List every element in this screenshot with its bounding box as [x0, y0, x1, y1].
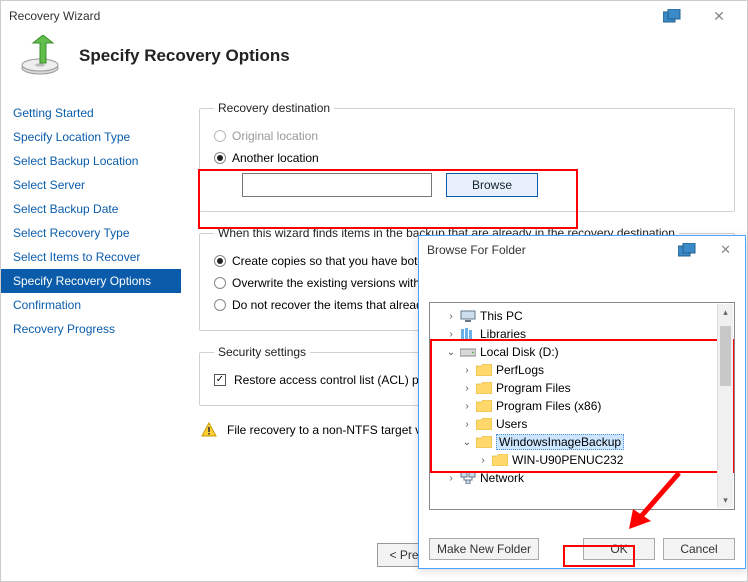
- folder-icon: [476, 381, 492, 395]
- pc-icon: [460, 309, 476, 323]
- tree-node-users[interactable]: ›Users: [432, 415, 732, 433]
- warning-icon: [201, 422, 217, 438]
- radio-original-label: Original location: [232, 129, 318, 143]
- ok-button[interactable]: OK: [583, 538, 655, 560]
- wizard-sidebar: Getting Started Specify Location Type Se…: [1, 95, 181, 577]
- scroll-up-icon[interactable]: ▴: [718, 304, 733, 320]
- cascade-icon: [678, 243, 696, 257]
- tree-scrollbar[interactable]: ▴ ▾: [717, 304, 733, 508]
- make-new-folder-button[interactable]: Make New Folder: [429, 538, 539, 560]
- tree-node-program-files-x86[interactable]: ›Program Files (x86): [432, 397, 732, 415]
- folder-icon: [476, 399, 492, 413]
- radio-icon: [214, 130, 226, 142]
- tree-node-win-machine[interactable]: ›WIN-U90PENUC232: [432, 451, 732, 469]
- dialog-title: Browse For Folder: [427, 243, 526, 257]
- sidebar-item-recovery-progress[interactable]: Recovery Progress: [1, 317, 181, 341]
- sidebar-item-items-to-recover[interactable]: Select Items to Recover: [1, 245, 181, 269]
- sidebar-item-getting-started[interactable]: Getting Started: [1, 101, 181, 125]
- folder-tree-container: ›This PC ›Libraries ⌄Local Disk (D:) ›Pe…: [429, 302, 735, 510]
- sidebar-item-recovery-options[interactable]: Specify Recovery Options: [1, 269, 181, 293]
- recovery-destination-legend: Recovery destination: [214, 101, 334, 115]
- sidebar-item-select-server[interactable]: Select Server: [1, 173, 181, 197]
- tree-node-this-pc[interactable]: ›This PC: [432, 307, 732, 325]
- sidebar-item-backup-date[interactable]: Select Backup Date: [1, 197, 181, 221]
- drive-icon: [460, 345, 476, 359]
- tree-node-network[interactable]: ›Network: [432, 469, 732, 487]
- browse-button[interactable]: Browse: [446, 173, 538, 197]
- scroll-down-icon[interactable]: ▾: [718, 492, 733, 508]
- folder-icon: [476, 417, 492, 431]
- radio-icon: [214, 255, 226, 267]
- recover-icon: [19, 35, 61, 77]
- dialog-cancel-button[interactable]: Cancel: [663, 538, 735, 560]
- checkbox-icon: ✓: [214, 374, 226, 386]
- folder-icon: [476, 435, 492, 449]
- dialog-buttons: Make New Folder OK Cancel: [429, 538, 735, 560]
- tree-node-local-disk[interactable]: ⌄Local Disk (D:): [432, 343, 732, 361]
- recovery-path-input[interactable]: [242, 173, 432, 197]
- cascade-icon: [663, 9, 681, 23]
- network-icon: [460, 471, 476, 485]
- libraries-icon: [460, 327, 476, 341]
- radio-another-label: Another location: [232, 151, 319, 165]
- scroll-thumb[interactable]: [720, 326, 731, 386]
- recovery-destination-group: Recovery destination Original location A…: [199, 101, 735, 212]
- security-legend: Security settings: [214, 345, 310, 359]
- radio-icon: [214, 299, 226, 311]
- sidebar-item-location-type[interactable]: Specify Location Type: [1, 125, 181, 149]
- folder-icon: [492, 453, 508, 467]
- radio-icon: [214, 277, 226, 289]
- dialog-titlebar: Browse For Folder ✕: [419, 236, 745, 264]
- sidebar-item-backup-location[interactable]: Select Backup Location: [1, 149, 181, 173]
- browse-for-folder-dialog: Browse For Folder ✕ ›This PC ›Libraries …: [418, 235, 746, 569]
- folder-icon: [476, 363, 492, 377]
- sidebar-item-confirmation[interactable]: Confirmation: [1, 293, 181, 317]
- radio-another-location[interactable]: Another location: [214, 147, 720, 169]
- page-title: Specify Recovery Options: [79, 46, 290, 66]
- folder-tree[interactable]: ›This PC ›Libraries ⌄Local Disk (D:) ›Pe…: [430, 303, 734, 491]
- dialog-close-icon[interactable]: ✕: [714, 242, 737, 258]
- tree-node-perflogs[interactable]: ›PerfLogs: [432, 361, 732, 379]
- radio-original-location: Original location: [214, 125, 720, 147]
- sidebar-item-recovery-type[interactable]: Select Recovery Type: [1, 221, 181, 245]
- radio-icon: [214, 152, 226, 164]
- wizard-header: Specify Recovery Options: [1, 31, 747, 95]
- tree-node-libraries[interactable]: ›Libraries: [432, 325, 732, 343]
- window-title: Recovery Wizard: [9, 9, 100, 23]
- titlebar: Recovery Wizard ✕: [1, 1, 747, 31]
- tree-node-windowsimagebackup[interactable]: ⌄WindowsImageBackup: [432, 433, 732, 451]
- tree-node-program-files[interactable]: ›Program Files: [432, 379, 732, 397]
- close-icon[interactable]: ✕: [699, 8, 739, 25]
